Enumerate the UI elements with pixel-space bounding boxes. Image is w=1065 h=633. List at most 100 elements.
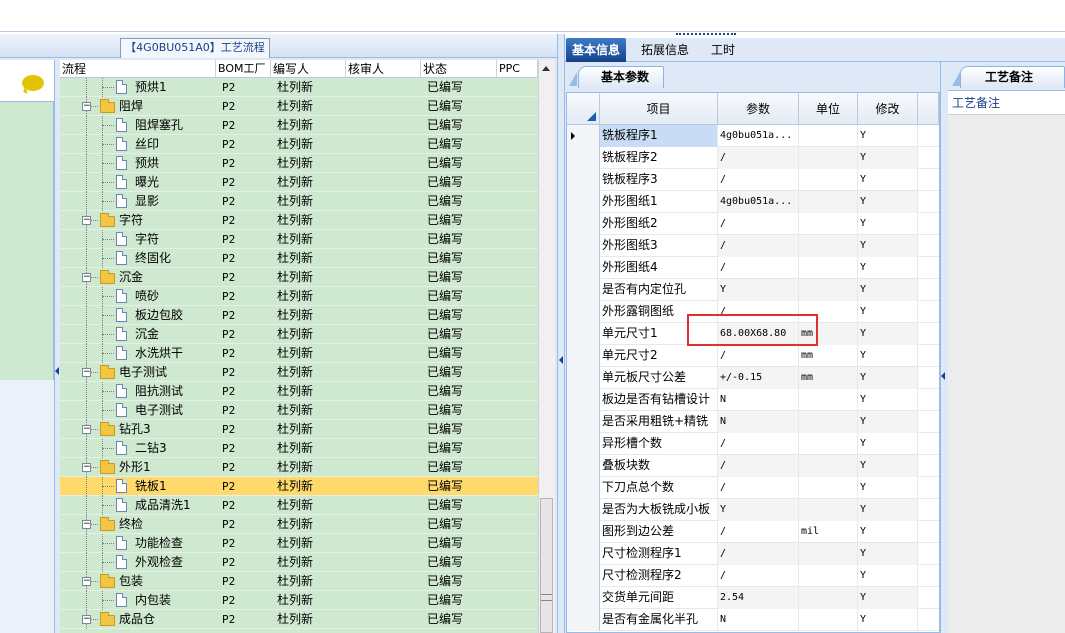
row-header[interactable] <box>567 301 600 323</box>
param-row[interactable]: 外形图纸3/ Y <box>567 235 939 257</box>
collapse-toggle-icon[interactable]: − <box>82 273 91 282</box>
row-header[interactable] <box>567 477 600 499</box>
param-value[interactable]: / <box>718 477 799 499</box>
param-row[interactable]: 是否有内定位孔 Y Y <box>567 279 939 301</box>
param-row[interactable]: 外形图纸2/ Y <box>567 213 939 235</box>
tree-row[interactable]: 沉金 P2 杜列新 已编写 <box>60 325 538 344</box>
param-value[interactable]: / <box>718 565 799 587</box>
row-header[interactable] <box>567 455 600 477</box>
tree-row[interactable]: 电子测试 P2 杜列新 已编写 <box>60 401 538 420</box>
collapse-left-icon[interactable] <box>55 367 59 375</box>
col-header-ppc[interactable]: PPC <box>497 60 538 78</box>
param-value[interactable]: / <box>718 433 799 455</box>
param-value[interactable]: N <box>718 609 799 631</box>
param-row[interactable]: 铣板程序1 4g0bu051a... Y <box>567 125 939 147</box>
tree-row-selected[interactable]: 铣板1 P2 杜列新 已编写 <box>60 477 538 496</box>
tree-row[interactable]: 二钻3 P2 杜列新 已编写 <box>60 439 538 458</box>
param-row[interactable]: 铣板程序2/ Y <box>567 147 939 169</box>
row-header[interactable] <box>567 323 600 345</box>
collapse-toggle-icon[interactable]: − <box>82 368 91 377</box>
row-header[interactable] <box>567 521 600 543</box>
param-value[interactable]: / <box>718 455 799 477</box>
param-value[interactable]: / <box>718 257 799 279</box>
param-row[interactable]: 外形图纸4/ Y <box>567 257 939 279</box>
param-value[interactable]: / <box>718 147 799 169</box>
right-splitter[interactable] <box>940 62 948 633</box>
row-header[interactable] <box>567 543 600 565</box>
tree-group-row[interactable]: − 阻焊 P2 杜列新 已编写 <box>60 97 538 116</box>
param-value[interactable]: / <box>718 169 799 191</box>
collapse-toggle-icon[interactable]: − <box>82 520 91 529</box>
scroll-up-arrow-icon[interactable] <box>538 60 555 77</box>
param-row[interactable]: 叠板块数 / Y <box>567 455 939 477</box>
col-header-item[interactable]: 项目 <box>600 93 718 125</box>
tree-row[interactable]: 阻抗测试 P2 杜列新 已编写 <box>60 382 538 401</box>
tree-row[interactable]: 预烘 P2 杜列新 已编写 <box>60 154 538 173</box>
collapse-toggle-icon[interactable]: − <box>82 463 91 472</box>
tree-row[interactable]: 功能检查 P2 杜列新 已编写 <box>60 534 538 553</box>
param-row[interactable]: 下刀点总个数 / Y <box>567 477 939 499</box>
row-header[interactable] <box>567 587 600 609</box>
row-header[interactable] <box>567 411 600 433</box>
tree-row[interactable]: 丝印 P2 杜列新 已编写 <box>60 135 538 154</box>
collapse-toggle-icon[interactable]: − <box>82 615 91 624</box>
tree-row[interactable]: 曝光 P2 杜列新 已编写 <box>60 173 538 192</box>
middle-splitter[interactable] <box>557 34 565 633</box>
row-header[interactable] <box>567 213 600 235</box>
row-header[interactable] <box>567 169 600 191</box>
tab-work-hours[interactable]: 工时 <box>705 38 741 62</box>
row-header[interactable] <box>567 191 600 213</box>
row-header[interactable] <box>567 367 600 389</box>
tree-row[interactable]: 喷砂 P2 杜列新 已编写 <box>60 287 538 306</box>
collapse-toggle-icon[interactable]: − <box>82 216 91 225</box>
notes-body[interactable] <box>948 90 1065 633</box>
collapse-right-icon[interactable] <box>941 372 945 380</box>
tree-group-row[interactable]: − 成品仓 P2 杜列新 已编写 <box>60 610 538 629</box>
col-header-edit[interactable]: 修改 <box>858 93 918 125</box>
tree-group-row[interactable]: − 外形1 P2 杜列新 已编写 <box>60 458 538 477</box>
col-header-status[interactable]: 状态 <box>421 60 497 78</box>
param-value[interactable]: / <box>718 235 799 257</box>
param-value[interactable]: / <box>718 213 799 235</box>
param-row[interactable]: 是否为大板铣成小板 Y Y <box>567 499 939 521</box>
tree-group-row[interactable]: − 包装 P2 杜列新 已编写 <box>60 572 538 591</box>
scrollbar-thumb[interactable] <box>540 498 553 633</box>
row-header[interactable] <box>567 609 600 631</box>
tree-row[interactable]: 外观检查 P2 杜列新 已编写 <box>60 553 538 572</box>
tab-process-notes[interactable]: 工艺备注 <box>960 66 1065 88</box>
row-header[interactable] <box>567 499 600 521</box>
tab-basic-info[interactable]: 基本信息 <box>566 38 627 62</box>
param-value[interactable]: / <box>718 345 799 367</box>
collapse-toggle-icon[interactable]: − <box>82 577 91 586</box>
param-row[interactable]: 外形图纸1 4g0bu051a... Y <box>567 191 939 213</box>
tree-group-row[interactable]: − 钻孔3 P2 杜列新 已编写 <box>60 420 538 439</box>
collapse-middle-left-icon[interactable] <box>559 356 563 364</box>
row-header[interactable] <box>567 279 600 301</box>
row-header[interactable] <box>567 389 600 411</box>
param-row[interactable]: 图形到边公差 / mil Y <box>567 521 939 543</box>
col-header-flow[interactable]: 流程 <box>60 60 216 78</box>
collapse-toggle-icon[interactable]: − <box>82 425 91 434</box>
param-row[interactable]: 是否采用粗铣+精铣 N Y <box>567 411 939 433</box>
param-row[interactable]: 尺寸检测程序2/ Y <box>567 565 939 587</box>
row-header[interactable] <box>567 433 600 455</box>
param-value[interactable]: / <box>718 543 799 565</box>
tree-row[interactable]: 预烘1 P2 杜列新 已编写 <box>60 78 538 97</box>
tree-row[interactable]: 板边包胶 P2 杜列新 已编写 <box>60 306 538 325</box>
param-value[interactable]: 2.54 <box>718 587 799 609</box>
col-header-writer[interactable]: 编写人 <box>271 60 346 78</box>
col-header-value[interactable]: 参数 <box>718 93 799 125</box>
row-header[interactable] <box>567 147 600 169</box>
row-header[interactable] <box>567 257 600 279</box>
row-header[interactable] <box>567 235 600 257</box>
param-row[interactable]: 尺寸检测程序1/ Y <box>567 543 939 565</box>
param-value[interactable]: N <box>718 411 799 433</box>
param-row[interactable]: 单元板尺寸公差 +/-0.15 mm Y <box>567 367 939 389</box>
tree-row[interactable]: 终固化 P2 杜列新 已编写 <box>60 249 538 268</box>
tree-row[interactable]: 水洗烘干 P2 杜列新 已编写 <box>60 344 538 363</box>
tree-row[interactable]: 字符 P2 杜列新 已编写 <box>60 230 538 249</box>
param-value[interactable]: 4g0bu051a... <box>718 125 799 147</box>
tree-group-row[interactable]: − 终检 P2 杜列新 已编写 <box>60 515 538 534</box>
param-value[interactable]: Y <box>718 499 799 521</box>
param-row[interactable]: 交货单元间距 2.54 Y <box>567 587 939 609</box>
